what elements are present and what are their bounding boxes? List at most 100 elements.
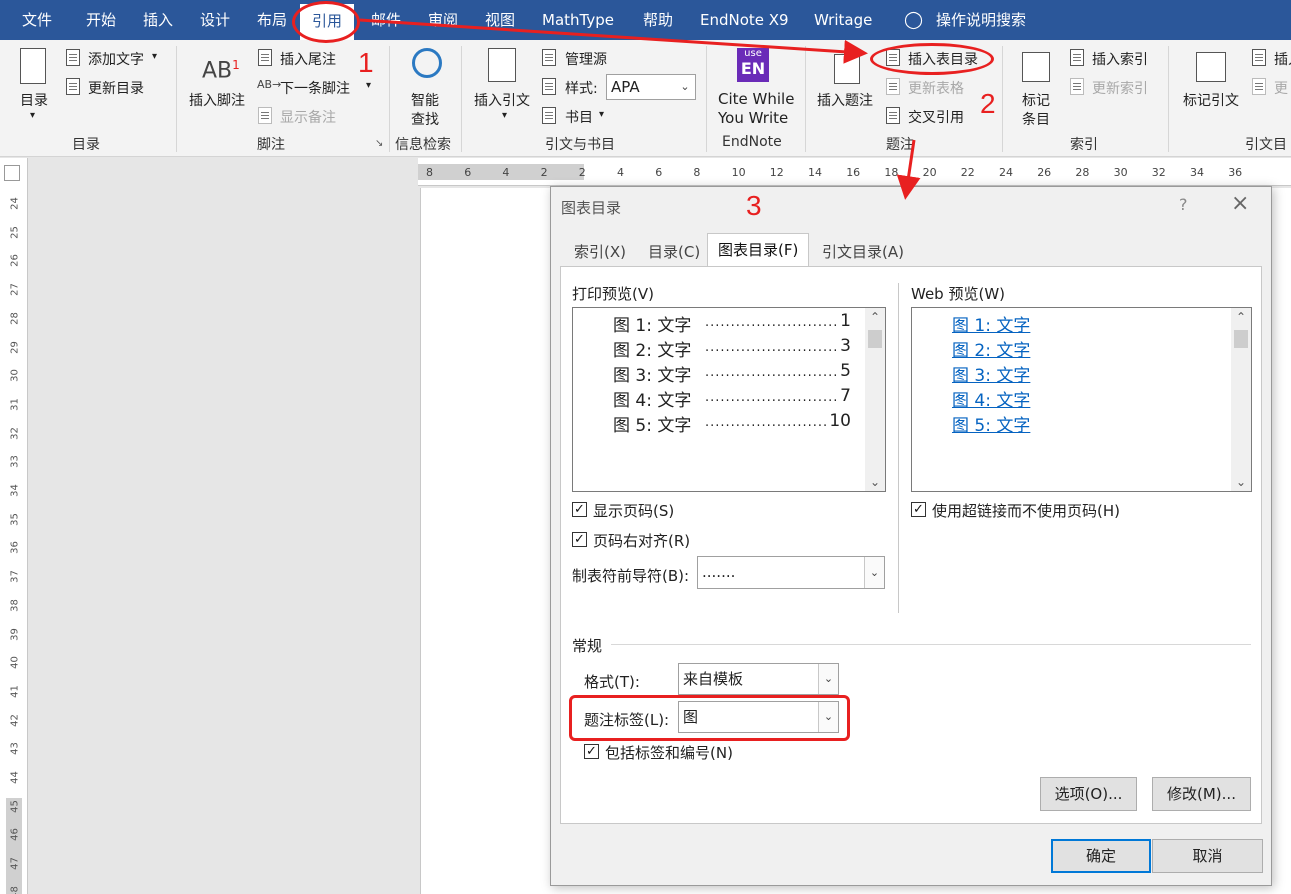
- toc-icon: [20, 48, 46, 84]
- ruler-number: 36: [1228, 166, 1243, 179]
- scrollbar-thumb[interactable]: [868, 330, 882, 348]
- group-label-index: 索引: [1070, 137, 1098, 153]
- cite-while-you-write-line1[interactable]: Cite While: [718, 90, 794, 108]
- tab-toc[interactable]: 目录(C): [637, 235, 711, 267]
- toc-button[interactable]: 目录: [20, 90, 48, 110]
- insert-toa-button[interactable]: 插入: [1274, 49, 1291, 69]
- cite-while-you-write-line2[interactable]: You Write: [718, 109, 788, 127]
- dialog-launcher-icon[interactable]: ↘: [375, 138, 383, 149]
- tab-writage[interactable]: Writage: [814, 0, 872, 40]
- add-text-button[interactable]: 添加文字: [88, 49, 144, 69]
- mark-citation-button[interactable]: 标记引文: [1183, 90, 1239, 110]
- tab-home[interactable]: 开始: [86, 0, 116, 40]
- smart-lookup-label-1[interactable]: 智能: [411, 90, 439, 110]
- entry-page-number: 7: [840, 386, 851, 406]
- chevron-down-icon[interactable]: ⌄: [865, 473, 885, 491]
- show-notes-icon: [258, 107, 272, 124]
- web-preview-link[interactable]: 图 3: 文字: [952, 361, 1030, 386]
- manage-sources-button[interactable]: 管理源: [565, 49, 607, 69]
- chevron-down-icon[interactable]: ⌄: [1231, 473, 1251, 491]
- entry-label: 图 5: 文字: [613, 416, 692, 436]
- ruler-number: 18: [884, 166, 899, 179]
- web-preview-link[interactable]: 图 5: 文字: [952, 411, 1030, 436]
- style-dropdown[interactable]: APA ⌄: [606, 74, 696, 100]
- smart-lookup-label-2[interactable]: 查找: [411, 109, 439, 129]
- use-hyperlinks-checkbox[interactable]: ✓: [911, 502, 926, 517]
- cancel-button[interactable]: 取消: [1152, 839, 1263, 873]
- tab-insert[interactable]: 插入: [143, 0, 173, 40]
- ruler-number: 8: [426, 166, 433, 179]
- tab-mailings[interactable]: 邮件: [371, 0, 401, 40]
- mark-entry-icon: [1022, 52, 1050, 82]
- tab-mathtype[interactable]: MathType: [542, 0, 614, 40]
- close-icon[interactable]: ×: [1231, 191, 1249, 216]
- bibliography-button[interactable]: 书目: [565, 107, 593, 127]
- ruler-number: 32: [1151, 166, 1166, 179]
- tab-file[interactable]: 文件: [22, 0, 52, 40]
- right-align-checkbox[interactable]: ✓: [572, 532, 587, 547]
- update-toc-button[interactable]: 更新目录: [88, 78, 144, 98]
- chevron-up-icon[interactable]: ⌃: [1231, 308, 1251, 326]
- scrollbar[interactable]: ⌃ ⌄: [865, 308, 885, 491]
- insert-footnote-button[interactable]: 插入脚注: [189, 90, 245, 110]
- print-preview-entry: 图 1: 文字.................................…: [613, 311, 851, 336]
- tell-me-search[interactable]: 操作说明搜索: [936, 0, 1026, 40]
- group-separator: [706, 46, 707, 152]
- insert-citation-button[interactable]: 插入引文: [474, 90, 530, 110]
- show-page-numbers-label: 显示页码(S): [593, 502, 675, 520]
- update-index-button[interactable]: 更新索引: [1092, 78, 1148, 98]
- tab-help[interactable]: 帮助: [643, 0, 673, 40]
- ruler-number: 40: [9, 656, 21, 670]
- ruler-number: 38: [9, 598, 21, 612]
- ruler-number: 2: [540, 166, 548, 179]
- tab-layout[interactable]: 布局: [257, 0, 287, 40]
- tab-view[interactable]: 视图: [485, 0, 515, 40]
- web-preview-link[interactable]: 图 4: 文字: [952, 386, 1030, 411]
- web-preview-link[interactable]: 图 1: 文字: [952, 311, 1030, 336]
- tab-review[interactable]: 审阅: [428, 0, 458, 40]
- tab-design[interactable]: 设计: [200, 0, 230, 40]
- tab-index[interactable]: 索引(X): [563, 235, 637, 267]
- insert-index-button[interactable]: 插入索引: [1092, 49, 1148, 69]
- ruler-number: 14: [808, 166, 822, 179]
- cross-reference-icon: [886, 107, 900, 124]
- update-toa-button[interactable]: 更: [1274, 78, 1288, 98]
- modify-button[interactable]: 修改(M)...: [1152, 777, 1251, 811]
- ruler-number: 2: [578, 166, 586, 179]
- vertical-ruler: 24 25 26 27 28 29 30 31 32 33 34 35 36 37 38 39 40 41 42 43…: [0, 158, 28, 894]
- include-label-checkbox[interactable]: ✓: [584, 744, 599, 759]
- show-notes-button[interactable]: 显示备注: [280, 107, 336, 127]
- insert-caption-button[interactable]: 插入题注: [817, 90, 873, 110]
- web-preview-link[interactable]: 图 2: 文字: [952, 336, 1030, 361]
- chevron-up-icon[interactable]: ⌃: [865, 308, 885, 326]
- options-button[interactable]: 选项(O)...: [1040, 777, 1137, 811]
- ok-button[interactable]: 确定: [1051, 839, 1151, 873]
- tab-table-of-figures[interactable]: 图表目录(F): [707, 233, 810, 267]
- ruler-number: 27: [9, 283, 21, 296]
- group-label-endnote: EndNote: [722, 134, 782, 150]
- help-icon[interactable]: ?: [1179, 195, 1188, 214]
- tab-table-of-authorities[interactable]: 引文目录(A): [811, 235, 915, 267]
- scrollbar-thumb[interactable]: [1234, 330, 1248, 348]
- show-page-numbers-checkbox[interactable]: ✓: [572, 502, 587, 517]
- use-hyperlinks-label: 使用超链接而不使用页码(H): [932, 502, 1120, 520]
- ruler-number: 43: [9, 742, 21, 756]
- format-dropdown[interactable]: 来自模板 ⌄: [678, 663, 839, 695]
- cross-reference-button[interactable]: 交叉引用: [908, 107, 964, 127]
- print-preview-entry: 图 3: 文字.................................…: [613, 361, 851, 386]
- tab-endnote[interactable]: EndNote X9: [700, 0, 789, 40]
- mark-citation-icon: [1196, 52, 1226, 82]
- ruler-number: 24: [9, 197, 21, 210]
- tab-selector[interactable]: [4, 165, 20, 181]
- scrollbar[interactable]: ⌃ ⌄: [1231, 308, 1251, 491]
- right-align-label: 页码右对齐(R): [593, 532, 691, 550]
- mark-entry-line1[interactable]: 标记: [1022, 90, 1050, 110]
- group-separator: [389, 46, 390, 152]
- next-footnote-button[interactable]: 下一条脚注: [280, 78, 350, 98]
- group-separator: [1168, 46, 1169, 152]
- update-table-button[interactable]: 更新表格: [908, 78, 964, 98]
- insert-endnote-button[interactable]: 插入尾注: [280, 49, 336, 69]
- ruler-number: 44: [9, 771, 21, 784]
- tab-leader-dropdown[interactable]: ....... ⌄: [697, 556, 885, 589]
- mark-entry-line2[interactable]: 条目: [1022, 109, 1050, 129]
